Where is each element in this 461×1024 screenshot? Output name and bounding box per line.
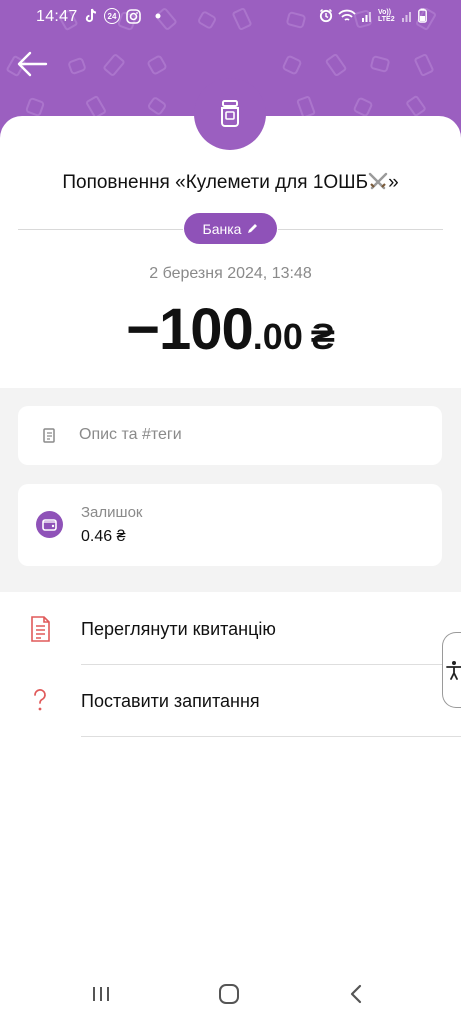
status-time: 14:47 (36, 8, 78, 25)
balance-label: Залишок (81, 504, 143, 521)
wallet-icon (42, 519, 57, 531)
volte-icon: Vo)) LTE2 (378, 8, 395, 23)
status-bar: 14:47 24 Vo)) LTE2 (0, 0, 461, 34)
balance-card: Залишок 0.46 ₴ (18, 484, 442, 566)
back-arrow-button[interactable] (16, 50, 48, 78)
pencil-icon (248, 224, 258, 233)
title-close-quote: » (388, 172, 399, 193)
alarm-icon (319, 8, 333, 23)
category-chip[interactable]: Банка (184, 213, 277, 244)
dot-icon (155, 13, 161, 19)
accessibility-icon (446, 661, 461, 680)
transaction-title: Поповнення «Кулемети для 1ОШБ » (0, 172, 461, 194)
accessibility-button[interactable] (442, 632, 461, 708)
tiktok-icon (85, 8, 97, 23)
amount-currency: ₴ (310, 316, 335, 357)
badge-24-icon: 24 (104, 8, 120, 24)
transaction-amount: −100.00 ₴ (0, 296, 461, 363)
balance-value: 0.46 ₴ (81, 528, 126, 545)
crossed-swords-emoji (368, 172, 388, 190)
divider (278, 229, 443, 230)
view-receipt-label: Переглянути квитанцію (81, 619, 276, 639)
amount-fraction: .00 (252, 316, 303, 357)
view-receipt-item[interactable]: Переглянути квитанцію (0, 593, 461, 665)
wifi-icon (338, 9, 356, 21)
back-icon[interactable] (342, 982, 372, 1006)
signal-icon (402, 11, 411, 22)
amount-integer: −100 (126, 297, 254, 362)
divider (81, 736, 461, 737)
signal-icon (362, 11, 371, 22)
instagram-icon (126, 8, 141, 24)
ask-question-label: Поставити запитання (81, 691, 260, 711)
battery-icon (418, 8, 427, 23)
description-field[interactable]: Опис та #теги (18, 406, 442, 465)
jar-avatar (194, 78, 266, 150)
system-navbar (0, 960, 461, 1024)
title-text: Поповнення «Кулемети для 1ОШБ (62, 172, 369, 193)
divider (18, 229, 183, 230)
jar-icon (221, 100, 239, 127)
wallet-avatar (36, 511, 63, 538)
question-icon (34, 689, 46, 711)
home-icon[interactable] (214, 982, 244, 1006)
transaction-datetime: 2 березня 2024, 13:48 (149, 265, 312, 282)
recent-apps-icon[interactable] (86, 982, 116, 1006)
ask-question-item[interactable]: Поставити запитання (0, 665, 461, 737)
receipt-icon (31, 616, 50, 642)
category-chip-label: Банка (202, 220, 242, 237)
notes-icon (43, 428, 55, 443)
description-placeholder: Опис та #теги (79, 426, 182, 443)
details-section: Опис та #теги Залишок 0.46 ₴ (0, 388, 461, 592)
